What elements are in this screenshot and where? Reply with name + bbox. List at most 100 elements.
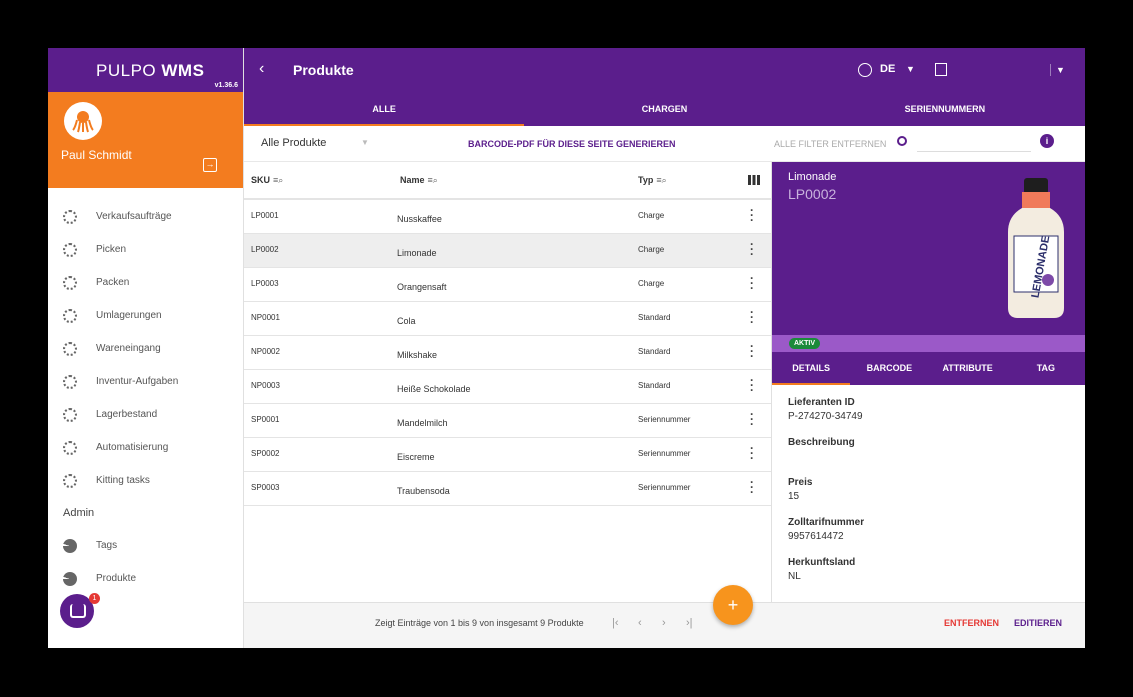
chevron-down-icon[interactable]: ▼	[1056, 65, 1065, 75]
chevron-down-icon[interactable]: ▼	[361, 138, 369, 147]
column-header-typ[interactable]: Typ ≡⌕	[638, 175, 667, 186]
sidebar-item-lagerbestand[interactable]: Lagerbestand	[48, 398, 244, 431]
add-product-button[interactable]: +	[713, 585, 753, 625]
cell-sku: NP0003	[251, 381, 280, 390]
nav-section-admin: Admin	[63, 507, 95, 519]
sort-filter-icon[interactable]: ≡⌕	[428, 175, 438, 185]
status-strip: AKTIV	[772, 335, 1085, 352]
tab-barcode[interactable]: BARCODE	[850, 352, 928, 385]
column-header-sku[interactable]: SKU ≡⌕	[251, 175, 283, 186]
progress-circle-icon	[63, 308, 77, 323]
edit-button[interactable]: EDITIEREN	[1014, 618, 1062, 628]
product-name: Limonade	[788, 171, 837, 183]
device-frame: PULPO WMS v1.36.6 Paul Schmidt → Verkauf…	[0, 0, 1133, 697]
table-row[interactable]: LP0001 Nusskaffee Charge · · ·	[244, 200, 771, 234]
cell-sku: NP0001	[251, 313, 280, 322]
sidebar-item-inventur-aufgaben[interactable]: Inventur-Aufgaben	[48, 365, 244, 398]
tab-bar: ALLE CHARGEN SERIENNUMMERN	[244, 92, 1085, 126]
more-vert-icon[interactable]: · · ·	[750, 442, 754, 464]
cell-type: Seriennummer	[638, 449, 691, 458]
sidebar-item-packen[interactable]: Packen	[48, 266, 244, 299]
field-zolltarifnummer: Zolltarifnummer 9957614472	[788, 517, 865, 542]
app-logo[interactable]: PULPO WMS	[96, 61, 204, 81]
tab-details[interactable]: DETAILS	[772, 352, 851, 385]
sidebar-item-verkaufsauftraege[interactable]: Verkaufsaufträge	[48, 200, 244, 233]
field-beschreibung: Beschreibung	[788, 437, 855, 448]
search-icon[interactable]	[897, 136, 907, 146]
cell-sku: SP0003	[251, 483, 280, 492]
sort-filter-icon[interactable]: ≡⌕	[273, 175, 283, 185]
cell-sku: LP0002	[251, 245, 279, 254]
sidebar-item-label: Packen	[96, 277, 130, 288]
cell-sku: NP0002	[251, 347, 280, 356]
app-version: v1.36.6	[214, 82, 238, 89]
chat-badge: 1	[89, 593, 100, 604]
avatar[interactable]	[64, 102, 102, 140]
table-row[interactable]: SP0001 Mandelmilch Seriennummer · · ·	[244, 404, 771, 438]
cell-type: Charge	[638, 279, 665, 288]
prev-page-icon[interactable]: ‹	[638, 617, 642, 629]
table-row[interactable]: LP0002 Limonade Charge · · ·	[244, 234, 771, 268]
sidebar-nav: Verkaufsaufträge Picken Packen Umlagerun…	[48, 200, 244, 595]
next-page-icon[interactable]: ›	[662, 617, 666, 629]
back-arrow-icon[interactable]: ‹	[259, 60, 264, 78]
sidebar-item-picken[interactable]: Picken	[48, 233, 244, 266]
tab-attribute[interactable]: ATTRIBUTE	[929, 352, 1007, 385]
main-area: ‹ Produkte DE ▼ ▼ ALLE CHARGEN SERIENNUM…	[244, 48, 1085, 648]
field-preis: Preis 15	[788, 477, 813, 502]
more-vert-icon[interactable]: · · ·	[750, 374, 754, 396]
table-row[interactable]: LP0003 Orangensaft Charge · · ·	[244, 268, 771, 302]
sidebar-item-produkte[interactable]: Produkte	[48, 562, 244, 595]
cell-sku: SP0001	[251, 415, 280, 424]
clear-filters-button[interactable]: ALLE FILTER ENTFERNEN	[774, 139, 886, 149]
more-vert-icon[interactable]: · · ·	[750, 408, 754, 430]
sidebar-item-tags[interactable]: Tags	[48, 529, 244, 562]
language-select[interactable]: DE	[880, 63, 895, 75]
table-row[interactable]: NP0003 Heiße Schokolade Standard · · ·	[244, 370, 771, 404]
sort-filter-icon[interactable]: ≡⌕	[656, 175, 666, 185]
sidebar-item-wareneingang[interactable]: Wareneingang	[48, 332, 244, 365]
table-row[interactable]: NP0001 Cola Standard · · ·	[244, 302, 771, 336]
more-vert-icon[interactable]: · · ·	[750, 204, 754, 226]
building-icon[interactable]	[935, 63, 947, 76]
remove-button[interactable]: ENTFERNEN	[944, 618, 999, 628]
cell-sku: SP0002	[251, 449, 280, 458]
column-header-name[interactable]: Name ≡⌕	[400, 175, 438, 186]
product-filter-select[interactable]: Alle Produkte	[261, 137, 326, 149]
table-row[interactable]: SP0003 Traubensoda Seriennummer · · ·	[244, 472, 771, 506]
pagination-info: Zeigt Einträge von 1 bis 9 von insgesamt…	[375, 618, 584, 628]
more-vert-icon[interactable]: · · ·	[750, 238, 754, 260]
more-vert-icon[interactable]: · · ·	[750, 340, 754, 362]
last-page-icon[interactable]: ›|	[686, 617, 693, 629]
tab-seriennummern[interactable]: SERIENNUMMERN	[805, 92, 1085, 126]
sidebar-item-umlagerungen[interactable]: Umlagerungen	[48, 299, 244, 332]
search-input[interactable]	[917, 134, 1031, 152]
cell-sku: LP0001	[251, 211, 279, 220]
barcode-pdf-button[interactable]: BARCODE-PDF FÜR DIESE SEITE GENERIEREN	[468, 139, 676, 149]
sidebar-item-automatisierung[interactable]: Automatisierung	[48, 431, 244, 464]
product-hero: Limonade LP0002 LEMONADE	[772, 162, 1085, 335]
sidebar-item-label: Wareneingang	[96, 343, 161, 354]
filter-bar: Alle Produkte ▼ BARCODE-PDF FÜR DIESE SE…	[244, 126, 1085, 162]
tab-alle[interactable]: ALLE	[244, 92, 525, 126]
more-vert-icon[interactable]: · · ·	[750, 272, 754, 294]
tab-chargen[interactable]: CHARGEN	[524, 92, 804, 126]
first-page-icon[interactable]: |‹	[612, 617, 619, 629]
info-icon[interactable]: i	[1040, 134, 1054, 148]
table-row[interactable]: SP0002 Eiscreme Seriennummer · · ·	[244, 438, 771, 472]
progress-circle-icon	[63, 242, 77, 257]
progress-circle-icon	[63, 407, 77, 422]
user-name: Paul Schmidt	[61, 148, 132, 162]
more-vert-icon[interactable]: · · ·	[750, 476, 754, 498]
tab-tag[interactable]: TAG	[1007, 352, 1085, 385]
sidebar-item-label: Umlagerungen	[96, 310, 162, 321]
logout-icon[interactable]: →	[203, 158, 217, 172]
sidebar-item-kitting-tasks[interactable]: Kitting tasks	[48, 464, 244, 497]
more-vert-icon[interactable]: · · ·	[750, 306, 754, 328]
globe-icon[interactable]	[858, 63, 872, 77]
chevron-down-icon[interactable]: ▼	[906, 64, 915, 74]
app-screen: PULPO WMS v1.36.6 Paul Schmidt → Verkauf…	[48, 48, 1085, 648]
columns-icon[interactable]	[748, 175, 760, 185]
table-row[interactable]: NP0002 Milkshake Standard · · ·	[244, 336, 771, 370]
progress-circle-icon	[63, 341, 77, 356]
